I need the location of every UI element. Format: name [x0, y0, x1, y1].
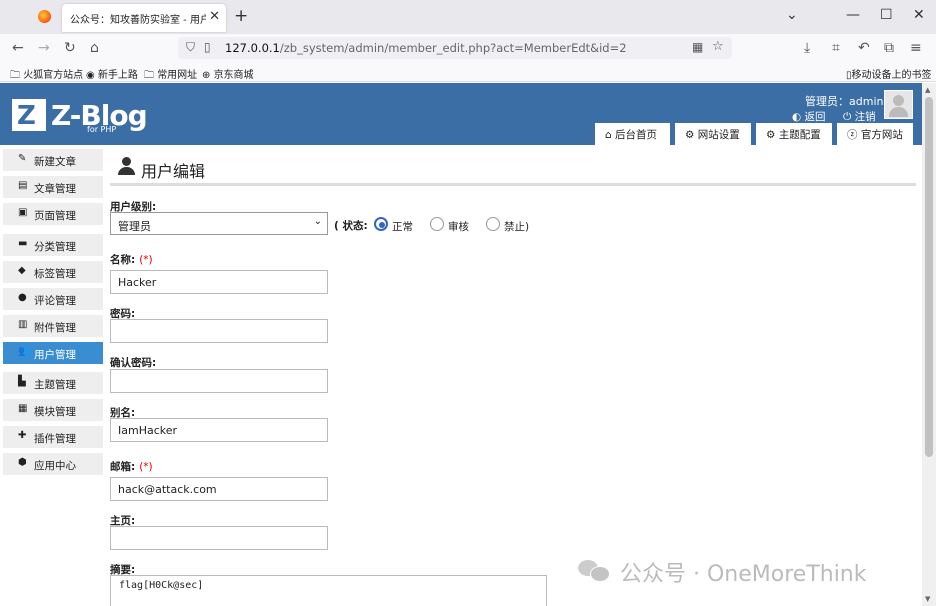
- status-radio-review[interactable]: [430, 217, 444, 231]
- app-center-icon: ⬢: [18, 457, 27, 468]
- sidebar-item-new-article[interactable]: ✎ 新建文章: [3, 149, 103, 171]
- page-title: 用户编辑: [141, 162, 206, 181]
- password-input[interactable]: [110, 319, 328, 343]
- qr-code-icon[interactable]: ▦: [692, 40, 703, 54]
- sidebar-item-users[interactable]: 👥 用户管理: [3, 342, 103, 364]
- status-label: ( 状态:: [334, 220, 368, 232]
- status-option-label: 正常: [392, 221, 413, 233]
- sidebar-item-categories[interactable]: ▬ 分类管理: [3, 234, 103, 256]
- shield-icon[interactable]: ⛉: [186, 40, 195, 55]
- maximize-icon[interactable]: ☐: [880, 7, 893, 23]
- users-icon: 👥: [18, 346, 31, 357]
- page-info-icon[interactable]: ▯: [204, 40, 211, 54]
- extensions-icon[interactable]: ⧉: [884, 40, 894, 56]
- logo-icon[interactable]: Z: [12, 99, 46, 131]
- homepage-input[interactable]: [110, 526, 328, 550]
- home-icon: ⌂: [605, 129, 612, 141]
- edit-icon: ✎: [18, 153, 27, 164]
- theme-icon: ▙: [18, 376, 26, 387]
- bookmark-star-icon[interactable]: ☆: [712, 39, 724, 54]
- status-option-label: 禁止): [504, 221, 530, 233]
- back-icon[interactable]: ←: [12, 40, 24, 56]
- close-window-icon[interactable]: ✕: [913, 7, 925, 23]
- email-label: 邮箱: (*): [110, 461, 153, 473]
- firefox-icon[interactable]: [38, 10, 51, 23]
- tab-site-settings[interactable]: ⚙ 网站设置: [675, 123, 751, 145]
- download-icon[interactable]: ⤓: [804, 40, 810, 56]
- status-radio-normal[interactable]: [374, 217, 388, 231]
- url-bar[interactable]: ⛉ ▯ 127.0.0.1/zb_system/admin/member_edi…: [178, 37, 732, 59]
- tab-official-site[interactable]: ⓩ 官方网站: [837, 123, 913, 145]
- admin-label: 管理员：admin: [805, 95, 884, 108]
- menu-icon[interactable]: ≡: [910, 40, 922, 56]
- alias-input[interactable]: IamHacker: [110, 418, 328, 442]
- status-radio-banned[interactable]: [486, 217, 500, 231]
- admin-header: Z Z-Blog for PHP 管理员：admin ◐ 返回 ⏻ 注销 ⌂ 后…: [0, 83, 922, 145]
- reload-icon[interactable]: ↻: [64, 40, 76, 56]
- level-select[interactable]: 管理员 ⌄: [110, 212, 328, 235]
- bookmark-item[interactable]: ◉ 新手上路: [86, 66, 138, 81]
- confirm-password-input[interactable]: [110, 369, 328, 393]
- bookmark-item[interactable]: ⊕ 京东商城: [202, 66, 254, 81]
- email-input[interactable]: hack@attack.com: [110, 477, 328, 501]
- undo-icon[interactable]: ↶: [858, 40, 870, 56]
- chevron-down-icon: ⌄: [313, 216, 322, 227]
- sidebar-item-tags[interactable]: ◆ 标签管理: [3, 261, 103, 283]
- sidebar-item-modules[interactable]: ▦ 模块管理: [3, 399, 103, 421]
- tab-title: 公众号：知攻善防实验室 - 用户编辑: [70, 15, 206, 26]
- folder-icon: ▬: [18, 238, 28, 249]
- tab-theme-config[interactable]: ⚙ 主题配置: [756, 123, 832, 145]
- gear-icon: ⚙: [766, 129, 776, 141]
- bookmarks-bar: 🗀 火狐官方站点 ◉ 新手上路 🗀 常用网址 ⊕ 京东商城 ▯移动设备上的书签: [0, 62, 936, 82]
- status-option-label: 审核: [448, 221, 469, 233]
- zblog-icon: ⓩ: [847, 129, 858, 141]
- page-icon: ▣: [18, 207, 28, 218]
- sidebar-item-pages[interactable]: ▣ 页面管理: [3, 203, 103, 225]
- sidebar-item-app-center[interactable]: ⬢ 应用中心: [3, 453, 103, 475]
- minimize-icon[interactable]: —: [846, 7, 860, 23]
- name-label: 名称: (*): [110, 254, 153, 266]
- tab-dashboard[interactable]: ⌂ 后台首页: [595, 123, 670, 145]
- browser-tab[interactable]: 公众号：知攻善防实验室 - 用户编辑 ✕: [62, 4, 226, 32]
- forward-icon[interactable]: →: [38, 40, 50, 56]
- title-divider: [110, 183, 916, 186]
- sidebar-item-themes[interactable]: ▙ 主题管理: [3, 372, 103, 394]
- vertical-scrollbar[interactable]: ▲ ▼: [922, 83, 936, 606]
- sidebar-item-comments[interactable]: ● 评论管理: [3, 288, 103, 310]
- mobile-bookmarks[interactable]: ▯移动设备上的书签: [846, 66, 932, 81]
- new-tab-icon[interactable]: +: [234, 6, 248, 26]
- wechat-icon: [578, 560, 610, 582]
- tab-list-chevron-icon[interactable]: ⌄: [786, 7, 798, 23]
- sidebar: ✎ 新建文章 ▤ 文章管理 ▣ 页面管理 ▬ 分类管理 ◆ 标签管理 ● 评论管理 ▥ 附件管…: [0, 145, 110, 606]
- avatar[interactable]: [884, 90, 913, 119]
- browser-navbar: ← → ↻ ⌂ ⛉ ▯ 127.0.0.1/zb_system/admin/me…: [0, 34, 936, 62]
- scroll-thumb[interactable]: [925, 97, 933, 457]
- tag-icon: ◆: [18, 265, 26, 276]
- scroll-up-icon[interactable]: ▲: [925, 86, 930, 94]
- plugin-icon: ✚: [18, 430, 27, 441]
- required-mark: (*): [139, 254, 153, 266]
- module-icon: ▦: [18, 403, 28, 414]
- confirm-password-label: 确认密码:: [110, 357, 157, 369]
- attachment-icon: ▥: [18, 319, 28, 330]
- url-text: 127.0.0.1/zb_system/admin/member_edit.ph…: [225, 41, 627, 55]
- close-tab-icon[interactable]: ✕: [209, 9, 220, 24]
- user-icon: [117, 156, 137, 176]
- sidebar-item-articles[interactable]: ▤ 文章管理: [3, 176, 103, 198]
- required-mark: (*): [139, 461, 153, 473]
- logout-link[interactable]: ⏻ 注销: [843, 109, 876, 124]
- article-icon: ▤: [18, 180, 28, 191]
- logo-subtitle: for PHP: [87, 125, 117, 134]
- gear-icon: ⚙: [685, 129, 695, 141]
- sidebar-item-plugins[interactable]: ✚ 插件管理: [3, 426, 103, 448]
- back-link[interactable]: ◐ 返回: [792, 109, 826, 124]
- name-input[interactable]: Hacker: [110, 270, 328, 294]
- comment-icon: ●: [18, 292, 27, 303]
- summary-textarea[interactable]: flag[H0Ck@sec]: [110, 575, 547, 606]
- home-icon[interactable]: ⌂: [90, 40, 99, 56]
- browser-tabbar: 公众号：知攻善防实验室 - 用户编辑 ✕ + ⌄ — ☐ ✕: [0, 0, 936, 34]
- scroll-down-icon[interactable]: ▼: [925, 595, 930, 603]
- sidebar-item-attachments[interactable]: ▥ 附件管理: [3, 315, 103, 337]
- crop-icon[interactable]: ⌗: [832, 40, 840, 56]
